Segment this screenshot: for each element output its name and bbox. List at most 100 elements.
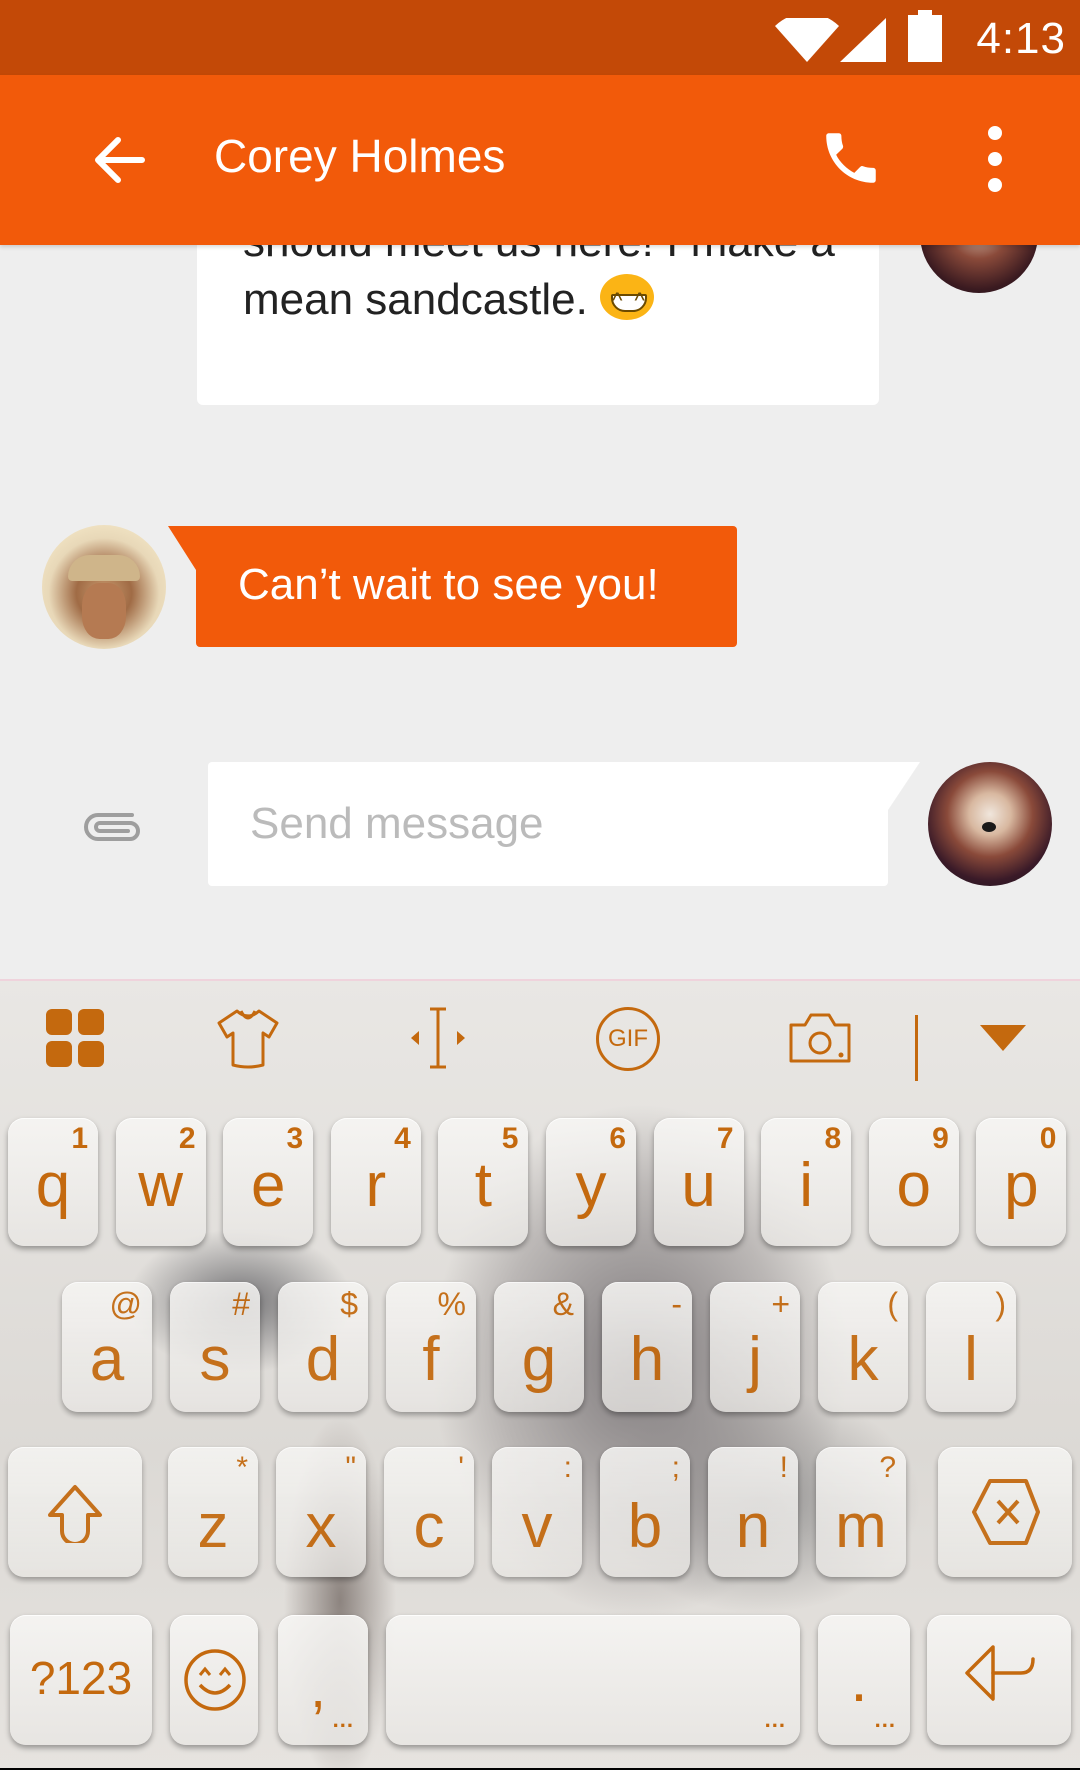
camera-icon[interactable]	[785, 1003, 855, 1073]
key-label: x	[305, 1492, 337, 1561]
shift-key[interactable]	[8, 1447, 142, 1577]
key-s[interactable]: # s	[170, 1282, 260, 1412]
message-composer	[208, 762, 920, 886]
key-label: v	[521, 1492, 553, 1561]
enter-key[interactable]	[927, 1615, 1071, 1745]
cursor-move-icon[interactable]	[403, 1003, 473, 1073]
chat-area: should meet us here! I make a mean sandc…	[0, 245, 1080, 979]
key-c[interactable]: ' c	[384, 1447, 474, 1577]
grinning-face-emoji-icon	[600, 272, 655, 330]
key-i[interactable]: 8i	[761, 1118, 852, 1246]
key-label: q	[35, 1151, 71, 1220]
paperclip-icon[interactable]	[80, 805, 144, 845]
key-label: h	[629, 1325, 665, 1394]
key-label: a	[89, 1325, 125, 1394]
app-bar: Corey Holmes	[0, 75, 1080, 245]
key-hint: %	[437, 1286, 466, 1322]
comma-key[interactable]: , ...	[278, 1615, 368, 1745]
key-label: b	[627, 1492, 663, 1561]
key-label: f	[422, 1325, 440, 1394]
contact-avatar[interactable]	[928, 762, 1052, 886]
key-label: p	[1004, 1151, 1039, 1220]
status-bar: 4:13	[0, 0, 1080, 75]
key-p[interactable]: 0p	[976, 1118, 1067, 1246]
key-o[interactable]: 9o	[868, 1118, 959, 1246]
key-label: t	[474, 1151, 492, 1220]
key-hint: $	[340, 1286, 358, 1322]
shift-arrow-icon	[48, 1485, 102, 1543]
key-label: z	[197, 1492, 229, 1561]
key-hint: )	[995, 1286, 1006, 1322]
key-hint: -	[671, 1286, 682, 1322]
key-y[interactable]: 6y	[546, 1118, 636, 1246]
theme-shirt-icon[interactable]	[213, 1003, 283, 1073]
key-hint: #	[232, 1286, 250, 1322]
delete-key[interactable]	[938, 1447, 1072, 1577]
key-u[interactable]: 7u	[653, 1118, 744, 1246]
key-f[interactable]: % f	[386, 1282, 476, 1412]
smiley-icon	[184, 1649, 246, 1711]
key-label: i	[799, 1151, 814, 1220]
key-t[interactable]: 5t	[438, 1118, 529, 1246]
key-label: c	[413, 1492, 445, 1561]
cell-signal-icon	[840, 18, 886, 62]
outgoing-message-bubble[interactable]: Can’t wait to see you!	[168, 526, 737, 647]
message-text: Can’t wait to see you!	[238, 560, 659, 609]
key-label: j	[748, 1325, 762, 1394]
key-label: g	[521, 1325, 557, 1394]
key-label: d	[305, 1325, 341, 1394]
gif-icon[interactable]: GIF	[596, 1007, 660, 1071]
key-h[interactable]: -h	[602, 1282, 692, 1412]
key-q[interactable]: 1q	[8, 1118, 98, 1246]
key-b[interactable]: ; b	[600, 1447, 690, 1577]
key-label: m	[835, 1492, 887, 1561]
key-hint: ?	[879, 1451, 896, 1484]
key-label: l	[964, 1325, 978, 1394]
keyboard-toolbar: GIF	[0, 981, 1080, 1091]
key-k[interactable]: (k	[818, 1282, 908, 1412]
key-hint: +	[771, 1286, 790, 1322]
arrow-left-icon[interactable]	[90, 130, 150, 190]
send-message-input[interactable]	[250, 792, 850, 856]
key-label: e	[250, 1151, 286, 1220]
wifi-icon	[775, 18, 839, 62]
key-hint: '	[458, 1451, 464, 1484]
key-r[interactable]: 4r	[330, 1118, 421, 1246]
key-e[interactable]: 3e	[223, 1118, 314, 1246]
key-m[interactable]: ? m	[816, 1447, 906, 1577]
key-hint: &	[552, 1286, 574, 1322]
key-z[interactable]: * z	[168, 1447, 258, 1577]
keyboard: GIF 1q2w3e4r5t6y7u8i9o0p @ a # s $ d% f & g - h + j(…	[0, 979, 1080, 1768]
key-label: o	[896, 1151, 932, 1220]
key-label: k	[847, 1325, 879, 1394]
apps-grid-icon[interactable]	[40, 1003, 110, 1073]
key-d[interactable]: $ d	[278, 1282, 368, 1412]
conversation-title: Corey Holmes	[214, 130, 506, 182]
incoming-message-bubble[interactable]: should meet us here! I make a mean sandc…	[197, 245, 879, 405]
key-a[interactable]: @ a	[62, 1282, 152, 1412]
key-g[interactable]: & g	[494, 1282, 584, 1412]
collapse-triangle-icon[interactable]	[968, 1003, 1038, 1073]
key-label: s	[199, 1325, 231, 1394]
key-n[interactable]: ! n	[708, 1447, 798, 1577]
key-v[interactable]: :v	[492, 1447, 582, 1577]
phone-icon[interactable]	[818, 125, 884, 191]
key-w[interactable]: 2w	[115, 1118, 206, 1246]
emoji-key[interactable]	[170, 1615, 258, 1745]
key-label: u	[681, 1151, 716, 1220]
more-vert-icon[interactable]	[980, 123, 1010, 195]
key-x[interactable]: " x	[276, 1447, 366, 1577]
key-hint: *	[236, 1451, 248, 1484]
key-label: r	[365, 1151, 387, 1220]
key-hint: :	[563, 1451, 572, 1484]
key-j[interactable]: + j	[710, 1282, 800, 1412]
user-avatar[interactable]	[42, 525, 166, 649]
period-key[interactable]: . ...	[818, 1615, 910, 1745]
enter-arrow-icon	[965, 1645, 1035, 1701]
symbols-key[interactable]: ?123	[10, 1615, 152, 1745]
contact-avatar[interactable]	[920, 245, 1038, 293]
space-key[interactable]: ...	[386, 1615, 800, 1745]
key-label: n	[735, 1492, 771, 1561]
backspace-icon	[972, 1479, 1040, 1545]
key-l[interactable]: ) l	[926, 1282, 1016, 1412]
